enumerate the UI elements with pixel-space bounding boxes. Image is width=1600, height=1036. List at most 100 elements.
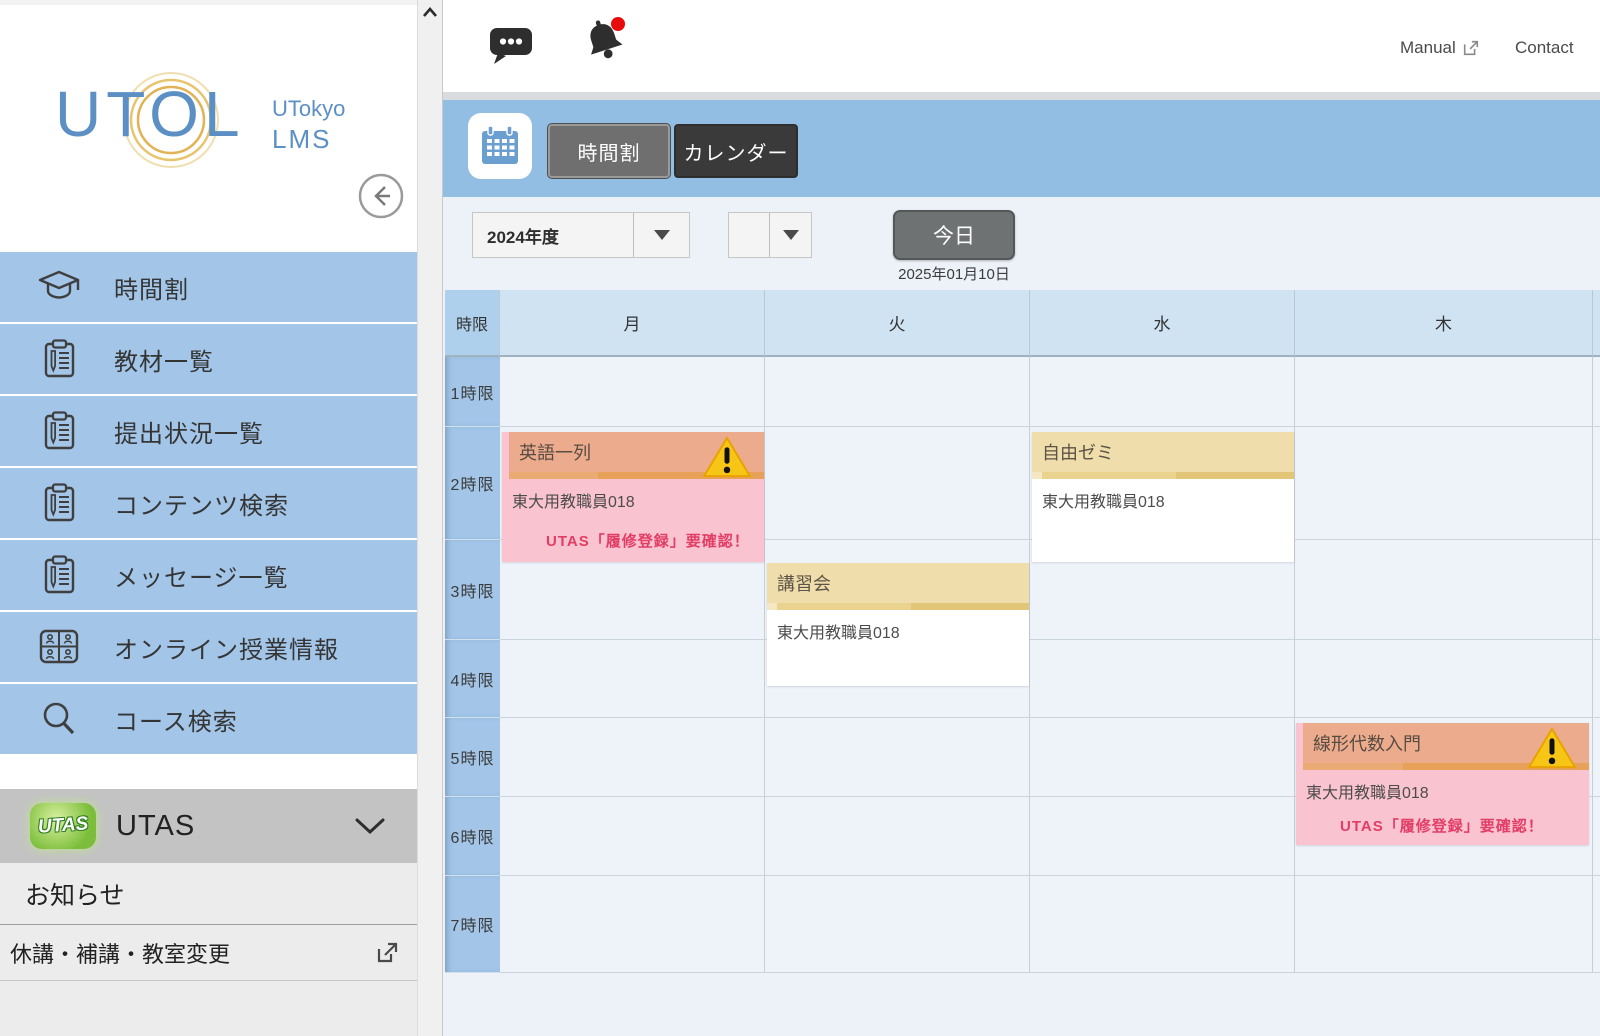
clipboard-icon [36,410,82,452]
timetable-cell [765,427,1030,540]
filter-row: 2024年度 今日 2025年01月10日 [443,197,1600,290]
course-instructor: 東大用教職員018 [512,488,754,512]
utokyo-lms-label: UTokyo LMS [272,95,345,155]
period-label-4: 4時限 [445,640,500,718]
timetable-cell [1593,640,1600,718]
sidebar: UTOL UTokyo LMS [0,0,417,1036]
course-instructor: 東大用教職員018 [1306,779,1579,803]
utas-link-class-changes[interactable]: 休講・補講・教室変更 [0,925,417,981]
period-label-1: 1時限 [445,357,500,427]
course-warning: UTAS「履修登録」要確認！ [1306,815,1579,836]
today-button[interactable]: 今日 [893,210,1015,260]
sidebar-nav: 時間割 教材一覧 [0,252,417,756]
top-bar: Manual Contact [443,0,1600,92]
timetable-cell [1295,357,1593,427]
period-label-2: 2時限 [445,427,500,540]
sidebar-item-submission-status[interactable]: 提出状況一覧 [0,396,417,466]
utol-logo: UTOL [55,77,245,151]
chevron-down-icon [353,815,387,837]
course-title: 線形代数入門 [1313,730,1421,756]
calendar-app-icon[interactable] [468,113,532,179]
timetable-cell [1593,797,1600,876]
view-toolbar: 時間割 カレンダー [443,100,1600,197]
timetable-cell [1030,357,1295,427]
sidebar-item-content-search[interactable]: コンテンツ検索 [0,468,417,538]
clipboard-icon [36,482,82,524]
timetable-cell [1030,876,1295,973]
chat-bubble-icon [488,24,534,66]
search-icon [36,698,82,740]
timetable-cell [1593,540,1600,640]
timetable-cell [1295,540,1593,640]
term-select[interactable] [728,212,812,258]
timetable-cell [1030,718,1295,797]
sidebar-scrollbar[interactable] [417,0,443,1036]
timetable-cell [1295,876,1593,973]
timetable-cell [500,357,765,427]
select-arrow [769,213,811,257]
timetable-cell [500,797,765,876]
bell-icon [578,16,630,66]
timetable-cell [1030,797,1295,876]
chat-button[interactable] [488,24,534,69]
warning-icon [1527,726,1577,770]
day-header-thu: 木 [1295,290,1593,357]
timetable-cell [1295,427,1593,540]
day-header-wed: 水 [1030,290,1295,357]
tab-calendar[interactable]: カレンダー [674,124,798,178]
main-content: Manual Contact [443,0,1600,1036]
sidebar-item-course-search[interactable]: コース検索 [0,684,417,754]
tab-timetable[interactable]: 時間割 [548,124,670,178]
timetable-grid: 時限 月 火 水 木 1時限 2時限 [445,290,1600,973]
utas-section-header[interactable]: UTAS UTAS [0,789,417,863]
external-link-icon [375,941,399,965]
timetable-cell [765,797,1030,876]
timetable-cell [765,718,1030,797]
arrow-left-circle-icon [356,171,406,221]
course-title: 講習会 [777,570,831,596]
timetable-cell [500,718,765,797]
course-card-linear-algebra[interactable]: 線形代数入門 東大用教職員018 UTAS「履修登録」要確認！ [1296,723,1589,845]
course-card-workshop[interactable]: 講習会 東大用教職員018 [767,563,1029,686]
course-title: 自由ゼミ [1042,439,1114,465]
utas-logo-icon: UTAS [30,803,96,849]
notification-badge [611,17,625,31]
sidebar-item-messages[interactable]: メッセージ一覧 [0,540,417,610]
timetable-cell [1593,427,1600,540]
period-label-5: 5時限 [445,718,500,797]
course-instructor: 東大用教職員018 [777,619,1019,643]
contact-link[interactable]: Contact [1515,38,1574,58]
clipboard-icon [36,338,82,380]
notifications-button[interactable] [578,16,630,69]
warning-icon [702,435,752,479]
timetable-cell [500,876,765,973]
course-title: 英語一列 [519,439,591,465]
video-meeting-icon [36,628,82,666]
sidebar-collapse-button[interactable] [356,171,406,221]
timetable-cell [1030,640,1295,718]
course-card-free-seminar[interactable]: 自由ゼミ 東大用教職員018 [1032,432,1294,562]
utol-lms-app: UTOL UTokyo LMS [0,0,1600,1036]
timetable-cell [500,640,765,718]
year-select[interactable]: 2024年度 [472,212,690,258]
period-label-7: 7時限 [445,876,500,973]
sidebar-item-timetable[interactable]: 時間割 [0,252,417,322]
divider [443,92,1600,100]
manual-link[interactable]: Manual [1400,38,1480,58]
timetable-cell [765,357,1030,427]
period-label-3: 3時限 [445,540,500,640]
current-date-label: 2025年01月10日 [880,263,1028,284]
period-label-6: 6時限 [445,797,500,876]
timetable-cell [1593,718,1600,797]
select-arrow [633,213,689,257]
scroll-up-icon [422,6,438,18]
timetable-cell [765,876,1030,973]
course-card-english[interactable]: 英語一列 東大用教職員018 UTAS「履修登録」要確認！ [502,432,764,562]
clipboard-icon [36,554,82,596]
grid-row-1: 1時限 [445,357,1600,427]
sidebar-item-materials[interactable]: 教材一覧 [0,324,417,394]
day-header-tue: 火 [765,290,1030,357]
period-column-header: 時限 [445,290,500,357]
sidebar-item-online-class-info[interactable]: オンライン授業情報 [0,612,417,682]
utas-link-notices[interactable]: お知らせ [0,863,417,925]
